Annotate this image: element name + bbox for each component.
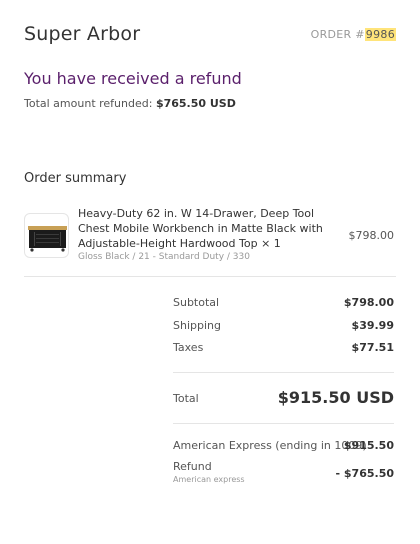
refund-line: Refund American express - $765.50 bbox=[173, 460, 394, 484]
taxes-line: Taxes $77.51 bbox=[173, 341, 394, 354]
order-summary-heading: Order summary bbox=[24, 171, 127, 186]
refund-label: Refund bbox=[173, 460, 212, 473]
subtotal-value: $798.00 bbox=[343, 296, 394, 309]
divider bbox=[173, 372, 394, 373]
product-price: $798.00 bbox=[348, 229, 395, 242]
refund-total-label: Total amount refunded: bbox=[24, 97, 153, 110]
order-number-value: 9986 bbox=[364, 28, 396, 41]
shop-name: Super Arbor bbox=[24, 23, 141, 45]
order-number: ORDER #9986 bbox=[311, 28, 396, 41]
shipping-value: $39.99 bbox=[351, 319, 394, 332]
divider bbox=[173, 423, 394, 424]
shipping-line: Shipping $39.99 bbox=[173, 319, 394, 332]
payment-value: $915.50 bbox=[343, 439, 394, 452]
taxes-label: Taxes bbox=[173, 341, 204, 354]
refund-total: Total amount refunded: $765.50 USD bbox=[24, 97, 236, 110]
product-variant: Gloss Black / 21 - Standard Duty / 330 bbox=[78, 252, 250, 262]
total-label: Total bbox=[173, 392, 199, 405]
product-thumbnail bbox=[24, 213, 69, 258]
product-title: Heavy-Duty 62 in. W 14-Drawer, Deep Tool… bbox=[78, 207, 323, 250]
refund-title: You have received a refund bbox=[24, 69, 242, 88]
refund-total-value: $765.50 USD bbox=[155, 97, 236, 110]
workbench-image bbox=[28, 226, 67, 252]
payment-label: American Express (ending in 1009) bbox=[173, 439, 367, 452]
taxes-value: $77.51 bbox=[351, 341, 394, 354]
line-item: Heavy-Duty 62 in. W 14-Drawer, Deep Tool… bbox=[24, 206, 396, 266]
payment-line: American Express (ending in 1009) $915.50 bbox=[173, 439, 394, 452]
divider bbox=[24, 276, 396, 277]
total-value: $915.50 USD bbox=[277, 388, 394, 407]
subtotal-line: Subtotal $798.00 bbox=[173, 296, 394, 309]
shipping-label: Shipping bbox=[173, 319, 221, 332]
subtotal-label: Subtotal bbox=[173, 296, 220, 309]
order-prefix: ORDER # bbox=[310, 28, 365, 41]
refund-value: - $765.50 bbox=[335, 467, 395, 480]
